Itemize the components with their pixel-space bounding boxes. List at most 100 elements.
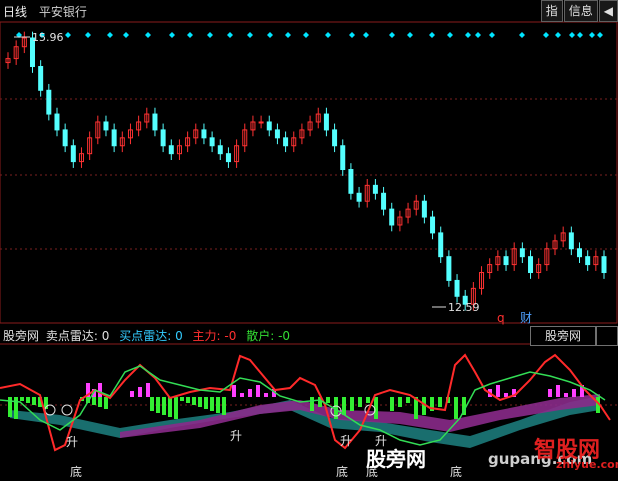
green-bar [156, 397, 160, 413]
green-bar [454, 397, 458, 419]
buy-radar-value: 0 [175, 329, 183, 343]
green-bar [358, 397, 362, 407]
sell-radar-label: 卖点雷达: [45, 329, 98, 343]
candle-body [446, 256, 452, 281]
candle-body [372, 184, 378, 194]
candle-body [601, 256, 607, 274]
candle-body [152, 113, 158, 131]
signal-bottom-label: 底 [70, 464, 82, 479]
trading-window: 15.96 12.59 q 财升升升升底底底底 日线 平安银行 指 信息 ◀ 股旁网 … [0, 0, 618, 481]
candle-body [430, 216, 436, 234]
candle-body [438, 232, 444, 258]
green-bar [210, 397, 214, 411]
candle-body [70, 145, 76, 163]
signal-diamond [107, 32, 113, 38]
nav-left-button[interactable]: ◀ [598, 0, 618, 22]
signal-circle [44, 404, 56, 416]
signal-diamond [285, 32, 291, 38]
signal-diamond [597, 32, 603, 38]
magenta-bar [248, 389, 252, 397]
green-bar [406, 397, 410, 403]
candle-body [46, 89, 52, 115]
candle-body [111, 129, 117, 147]
magenta-bar [232, 385, 236, 397]
green-bar [32, 397, 36, 405]
signal-diamond [267, 32, 273, 38]
watermark-gupang: 股旁网 [366, 447, 426, 471]
min-price-label: 12.59 [448, 301, 480, 314]
main-force-value: -0 [224, 329, 237, 343]
signal-diamond [303, 32, 309, 38]
max-price-label: 15.96 [32, 31, 64, 44]
price-frame [0, 21, 618, 324]
candle-body [348, 169, 354, 194]
price-chart[interactable]: 15.9612.59q 财升升升升底底底底 [0, 0, 618, 481]
green-bar [390, 397, 394, 411]
candle-body [503, 256, 509, 266]
candle-body [585, 256, 591, 266]
signal-diamond [227, 32, 233, 38]
signal-up-label: 升 [66, 435, 78, 449]
stock-name: 平安银行 [38, 5, 87, 19]
index-button[interactable]: 指 [540, 0, 563, 22]
signal-diamond [145, 32, 151, 38]
signal-diamond [65, 32, 71, 38]
candle-body [217, 145, 223, 155]
candle-body [258, 121, 264, 124]
green-bar [438, 397, 442, 407]
candle-body [568, 232, 574, 250]
candle-body [323, 113, 329, 131]
signal-diamond [519, 32, 525, 38]
period-label: 日线 [3, 5, 28, 19]
candle-body [389, 208, 395, 226]
signal-bottom-label: 底 [336, 464, 348, 479]
signal-up-label: 升 [340, 434, 352, 448]
signal-diamond [543, 32, 549, 38]
signal-diamond [577, 32, 583, 38]
candle-body [62, 129, 68, 147]
green-bar [366, 397, 370, 403]
signal-diamond [389, 32, 395, 38]
magenta-bar [564, 393, 568, 397]
magenta-bar [138, 387, 142, 397]
magenta-bar [572, 389, 576, 397]
magenta-bar [146, 383, 150, 397]
signal-diamond [555, 32, 561, 38]
candle-body [421, 200, 427, 218]
candle-body [356, 192, 362, 202]
candle-body [201, 129, 207, 139]
signal-diamond [325, 32, 331, 38]
indicator-tab-arrow[interactable] [596, 326, 618, 346]
magenta-bar [496, 385, 500, 397]
green-bar [222, 397, 226, 415]
green-bar [98, 397, 102, 407]
retail-label: 散户: [246, 329, 275, 343]
candle-body [381, 192, 387, 210]
green-bar [26, 397, 30, 403]
signal-diamond [429, 32, 435, 38]
magenta-bar [556, 385, 560, 397]
candle-body [38, 66, 44, 91]
indicator-tab[interactable]: 股旁网 [530, 326, 596, 346]
info-button[interactable]: 信息 [563, 0, 598, 22]
signal-bottom-label: 底 [450, 464, 462, 479]
signal-circle [61, 404, 73, 416]
candle-body [454, 279, 460, 297]
magenta-bar [240, 393, 244, 397]
signal-diamond [349, 32, 355, 38]
signal-diamond [465, 32, 471, 38]
green-bar [204, 397, 208, 409]
green-bar [150, 397, 154, 411]
indicator-legend: 股旁网 卖点雷达: 0 买点雷达: 0 主力: -0 散户: -0 [3, 327, 290, 344]
candle-body [54, 113, 60, 131]
green-bar [174, 397, 178, 419]
candle-body [577, 248, 583, 258]
signal-diamond [207, 32, 213, 38]
chart-header: 日线 平安银行 [3, 3, 87, 20]
candle-body [225, 153, 231, 163]
candle-body [332, 129, 338, 147]
signal-up-label: 升 [230, 429, 242, 443]
green-bar [398, 397, 402, 407]
candle-body [283, 137, 289, 147]
main-force-label: 主力: [192, 329, 221, 343]
